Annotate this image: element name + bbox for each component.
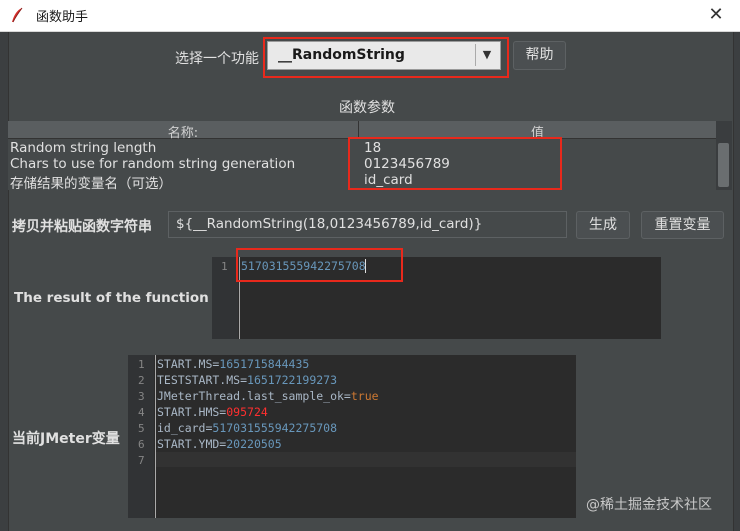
feather-icon — [12, 7, 23, 23]
var-key: START.YMD= — [157, 437, 227, 451]
func-string-label: 拷贝并粘贴函数字符串 — [12, 219, 152, 235]
highlight-box-result — [236, 248, 403, 282]
line-number: 5 — [138, 422, 145, 435]
func-string-field[interactable]: ${__RandomString(18,0123456789,id_card)} — [168, 211, 567, 238]
jmeter-vars-editor[interactable]: 1 START.MS=1651715844435 2 TESTSTART.MS=… — [128, 355, 576, 518]
param-name: Chars to use for random string generatio… — [10, 156, 296, 172]
param-name: 存储结果的变量名（可选） — [10, 176, 172, 192]
line-number: 3 — [138, 390, 145, 403]
line-number: 4 — [138, 406, 145, 419]
var-key: JMeterThread.last_sample_ok= — [157, 389, 351, 403]
highlight-box-values — [348, 137, 562, 190]
func-string-value: ${__RandomString(18,0123456789,id_card)} — [176, 216, 483, 232]
param-name: Random string length — [10, 140, 157, 156]
result-label: The result of the function is — [14, 290, 227, 306]
code-line: TESTSTART.MS=1651722199273 — [157, 373, 337, 387]
close-icon[interactable]: ✕ — [705, 4, 727, 26]
line-number: 7 — [138, 454, 145, 467]
var-value: 1651722199273 — [247, 373, 338, 387]
line-number: 6 — [138, 438, 145, 451]
current-line-highlight — [156, 452, 576, 467]
var-value: 517031555942275708 — [212, 421, 338, 435]
gutter-divider — [155, 355, 156, 518]
code-line: START.MS=1651715844435 — [157, 357, 309, 371]
var-value: 095724 — [226, 405, 268, 419]
line-number: 2 — [138, 374, 145, 387]
code-line: START.YMD=20220505 — [157, 437, 282, 451]
var-value: true — [350, 389, 379, 403]
reset-variables-button[interactable]: 重置变量 — [641, 211, 724, 239]
function-select-label: 选择一个功能 — [175, 51, 259, 67]
highlight-box-function — [263, 37, 509, 78]
generate-button[interactable]: 生成 — [576, 211, 630, 239]
var-value: 1651715844435 — [219, 357, 310, 371]
var-key: id_card= — [157, 421, 213, 435]
jmeter-vars-label: 当前JMeter变量 — [12, 431, 120, 447]
title-bar: 函数助手 ✕ — [0, 0, 740, 32]
line-number: 1 — [138, 358, 145, 371]
var-value: 20220505 — [226, 437, 282, 451]
column-header-name: 名称: — [167, 126, 199, 141]
params-section-title: 函数参数 — [339, 100, 395, 116]
code-line: JMeterThread.last_sample_ok=true — [157, 389, 379, 403]
code-line: id_card=517031555942275708 — [157, 421, 337, 435]
line-number: 1 — [221, 260, 228, 273]
help-button[interactable]: 帮助 — [513, 41, 566, 70]
code-line: START.HMS=095724 — [157, 405, 268, 419]
watermark: @稀土掘金技术社区 — [586, 497, 712, 513]
var-key: START.HMS= — [157, 405, 227, 419]
var-key: TESTSTART.MS= — [157, 373, 248, 387]
var-key: START.MS= — [157, 357, 220, 371]
window-title: 函数助手 — [36, 10, 89, 25]
params-scrollbar-thumb[interactable] — [718, 143, 729, 187]
